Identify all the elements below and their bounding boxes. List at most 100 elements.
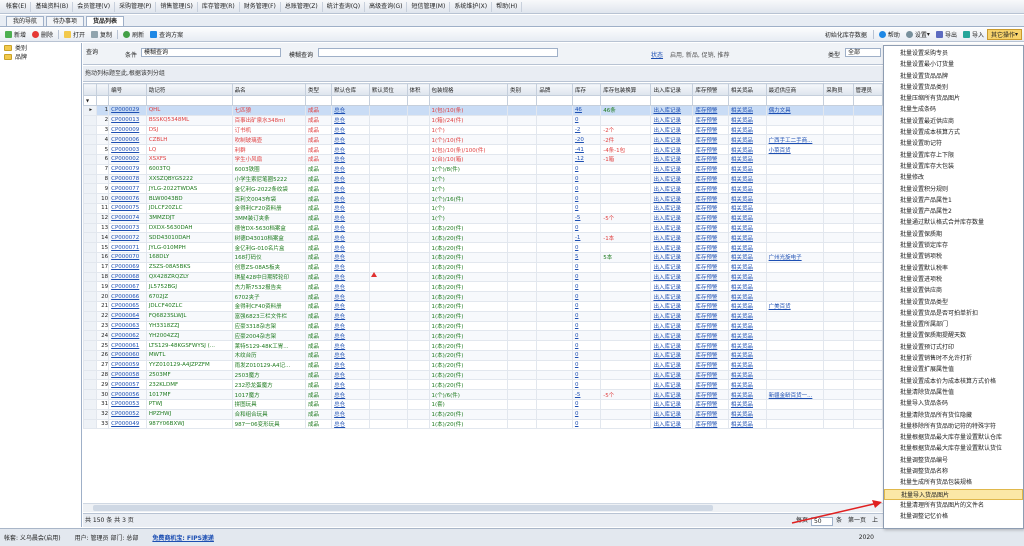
cell-warn[interactable]: 库存预警	[692, 359, 729, 371]
new-button[interactable]: 新增	[2, 29, 29, 40]
cell-warn[interactable]: 库存预警	[692, 114, 729, 126]
filter-cell[interactable]	[536, 95, 573, 106]
context-menu-item[interactable]: 批量设置货品品牌	[884, 71, 1023, 82]
cell-wh[interactable]: 总仓	[331, 398, 370, 410]
cell-rel[interactable]: 相关货品	[727, 144, 767, 155]
cell-code[interactable]: CP000077	[108, 183, 147, 195]
cell-rel[interactable]: 相关货品	[727, 271, 767, 283]
cell-stock[interactable]: 0	[571, 398, 602, 410]
column-header[interactable]: 库存预警	[692, 83, 729, 96]
status-value[interactable]: 启用, 新品, 促销, 推荐	[670, 50, 729, 59]
column-header[interactable]: 默认货位	[368, 83, 408, 96]
filter-cell[interactable]	[304, 95, 333, 106]
tab-product-list[interactable]: 货品列表	[86, 16, 125, 26]
cell-rel[interactable]: 相关货品	[727, 163, 767, 175]
table-row[interactable]: 25 CP000061 LTS129-48KGSFWYSJ (... 莱特5129-4…	[83, 340, 883, 351]
column-header[interactable]: 助记符	[145, 83, 233, 96]
cell-wh[interactable]: 总仓	[331, 134, 370, 146]
filter-cell[interactable]	[145, 95, 233, 106]
cell-wh[interactable]: 总仓	[331, 242, 370, 253]
cell-warn[interactable]: 库存预警	[692, 330, 729, 342]
cell-warn[interactable]: 库存预警	[692, 389, 729, 400]
cell-warn[interactable]: 库存预警	[692, 212, 729, 224]
cell-wh[interactable]: 总仓	[331, 193, 370, 204]
cell-in[interactable]: 出入库记录	[650, 183, 694, 195]
cell-warn[interactable]: 库存预警	[692, 232, 729, 244]
cell-sup[interactable]	[765, 212, 825, 224]
cell-warn[interactable]: 库存预警	[692, 271, 729, 283]
cell-sup[interactable]	[765, 193, 825, 204]
context-menu-item[interactable]: 批量压缩所有货品图片	[884, 93, 1023, 104]
table-row[interactable]: 24 CP000062 YH2004ZZJ 应豪2004杂志架 成品 总仓 1(本)/20(…	[83, 330, 883, 342]
context-menu-item[interactable]: 批量设置助记符	[884, 138, 1023, 149]
cell-rel[interactable]: 相关货品	[727, 242, 767, 253]
cell-stock[interactable]: 0	[571, 291, 602, 302]
cell-stock[interactable]: -20	[571, 134, 602, 146]
cell-sup[interactable]	[765, 202, 825, 214]
cell-stock[interactable]: 5	[571, 251, 602, 263]
menu-item[interactable]: 帮助(H)	[492, 1, 523, 12]
cell-rel[interactable]: 相关货品	[727, 232, 767, 244]
table-row[interactable]: 7 CP000079 6003TQ 6003铁圈 成品 总仓 1(个)/8(件) 0 出入库记录…	[83, 163, 883, 175]
cell-in[interactable]: 出入库记录	[650, 281, 694, 293]
cell-sup[interactable]: 广美百货	[765, 300, 825, 312]
context-menu-item[interactable]: 批量设置锁定库存	[884, 240, 1023, 251]
cell-code[interactable]: CP000009	[108, 124, 147, 136]
filter-cell[interactable]	[571, 95, 602, 106]
cell-code[interactable]: CP000053	[108, 398, 147, 410]
cell-code[interactable]: CP000072	[108, 232, 147, 244]
column-header[interactable]: 类别	[507, 83, 538, 96]
cell-in[interactable]: 出入库记录	[650, 261, 694, 273]
cell-code[interactable]: CP000056	[108, 389, 147, 400]
help-button[interactable]: 帮助	[876, 29, 903, 40]
cell-wh[interactable]: 总仓	[331, 144, 370, 155]
cell-stock[interactable]: -41	[571, 144, 602, 155]
menu-item[interactable]: 短信管理(M)	[407, 1, 451, 12]
cell-sup[interactable]	[765, 281, 825, 293]
table-row[interactable]: 3 CP000009 DSJ 订书机 成品 总仓 1(个) -2 -2个 出入库记录 库存预警 相关货…	[83, 124, 883, 136]
cell-sup[interactable]	[765, 271, 825, 283]
cell-wh[interactable]: 总仓	[331, 232, 370, 244]
cell-rel[interactable]: 相关货品	[727, 183, 767, 195]
cell-in[interactable]: 出入库记录	[650, 340, 694, 351]
cell-warn[interactable]: 库存预警	[692, 398, 729, 410]
context-menu-item[interactable]: 批量设置保质期	[884, 229, 1023, 240]
cell-rel[interactable]: 相关货品	[727, 389, 767, 400]
menu-item[interactable]: 统计查询(Q)	[323, 1, 366, 12]
cell-code[interactable]: CP000057	[108, 379, 147, 391]
cell-code[interactable]: CP000069	[108, 261, 147, 273]
cell-in[interactable]: 出入库记录	[650, 153, 694, 165]
cell-wh[interactable]: 总仓	[331, 105, 370, 116]
context-menu-item[interactable]: 批量设置积分规则	[884, 184, 1023, 195]
column-header[interactable]: 相关货品	[727, 83, 767, 96]
cell-sup[interactable]: 广西手工二手商...	[765, 134, 825, 146]
cell-code[interactable]: CP000061	[108, 340, 147, 351]
cell-stock[interactable]: 46	[571, 105, 602, 116]
cell-code[interactable]: CP000076	[108, 193, 147, 204]
cell-code[interactable]: CP000029	[108, 105, 147, 116]
cell-stock[interactable]: -2	[571, 124, 602, 136]
cell-warn[interactable]: 库存预警	[692, 251, 729, 263]
column-header[interactable]: 品牌	[536, 83, 573, 96]
cell-rel[interactable]: 相关货品	[727, 173, 767, 185]
cell-sup[interactable]	[765, 183, 825, 195]
cell-in[interactable]: 出入库记录	[650, 193, 694, 204]
cell-wh[interactable]: 总仓	[331, 183, 370, 195]
table-row[interactable]: 2 CP000013 BSSKQ5348ML 百事出矿泉水348ml 成品 总仓 1(箱)/…	[83, 114, 883, 126]
table-row[interactable]: 32 CP000052 HPZHWJ 合和组合玩具 成品 总仓 1(本)/20(件) 0 出入库…	[83, 408, 883, 420]
column-header[interactable]: 库存包装换算	[600, 83, 652, 96]
cell-code[interactable]: CP000058	[108, 369, 147, 381]
cell-code[interactable]: CP000074	[108, 212, 147, 224]
cell-stock[interactable]: 0	[571, 163, 602, 175]
cell-in[interactable]: 出入库记录	[650, 359, 694, 371]
cell-stock[interactable]: 0	[571, 183, 602, 195]
import-button[interactable]: 导入	[960, 29, 987, 40]
table-row[interactable]: 23 CP000063 YH3318ZZJ 应豪3318杂志架 成品 总仓 1(本)/20(…	[83, 320, 883, 332]
cell-sup[interactable]	[765, 242, 825, 253]
cell-wh[interactable]: 总仓	[331, 271, 370, 283]
context-menu-item[interactable]: 批量通过默认格式合并库存数量	[884, 217, 1023, 228]
cell-wh[interactable]: 总仓	[331, 379, 370, 391]
table-row[interactable]: 13 CP000073 DXDX-5630DAH 德信DX-5630档案盒 成品 总仓 1(…	[83, 222, 883, 234]
context-menu-item[interactable]: 批量设置产品属性2	[884, 206, 1023, 217]
promo-link[interactable]: 免费商机宝: FIPS速递	[152, 533, 214, 542]
